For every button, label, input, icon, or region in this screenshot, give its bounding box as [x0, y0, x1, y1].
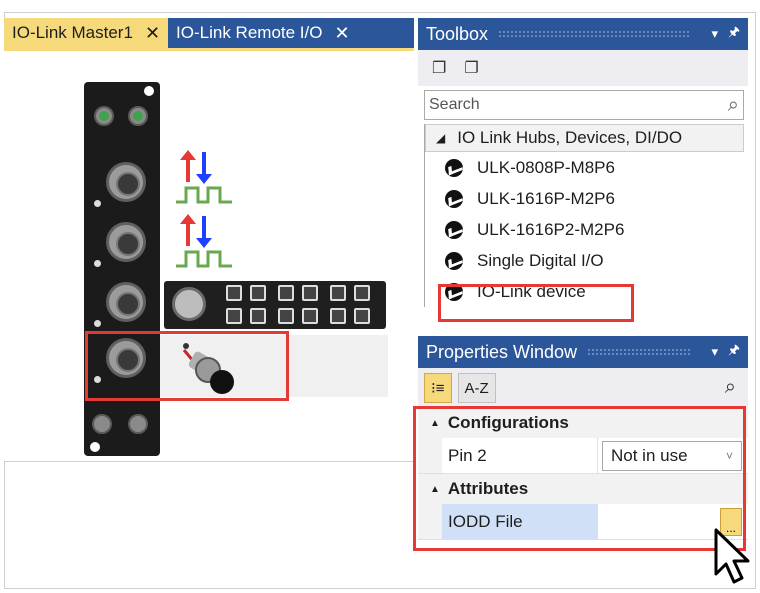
close-icon[interactable]: ✕: [334, 23, 349, 44]
toolbox-item-ulk-1616p2-m2p6[interactable]: ULK-1616P2-M2P6: [425, 214, 744, 245]
property-row-pin-2[interactable]: Pin 2 Not in use ˅: [418, 438, 748, 474]
toolbox-search[interactable]: ⌕: [424, 90, 744, 120]
dropdown-icon[interactable]: ▾: [711, 26, 718, 42]
device-icon: [445, 158, 463, 177]
io-link-port-2-icon[interactable]: [106, 222, 146, 262]
tab-label: IO-Link Master1: [12, 23, 133, 42]
pin-icon[interactable]: 🖈: [728, 341, 740, 363]
alphabetical-sort-button[interactable]: A-Z: [457, 373, 496, 403]
device-icon: [445, 220, 463, 239]
properties-header: Properties Window ▾ 🖈: [418, 336, 748, 368]
hub-port-icon[interactable]: [250, 308, 266, 324]
tree-group-label: IO Link Hubs, Devices, DI/DO: [457, 128, 683, 147]
category-configurations[interactable]: ▲ Configurations: [418, 408, 748, 438]
io-link-master-device[interactable]: [84, 82, 160, 456]
power-out-port-icon[interactable]: [128, 414, 148, 434]
hub-port-icon[interactable]: [330, 285, 346, 301]
hub-port-icon[interactable]: [250, 285, 266, 301]
toolbox-item-single-digital-io[interactable]: Single Digital I/O: [425, 245, 744, 276]
search-icon[interactable]: ⌕: [728, 94, 739, 117]
collapse-triangle-icon[interactable]: ◢: [436, 131, 445, 145]
toolbox-toolbar: ❐ ❐: [418, 50, 748, 86]
io-link-port-4-icon[interactable]: [106, 338, 146, 378]
row-gutter: [418, 504, 442, 539]
properties-title: Properties Window: [426, 341, 578, 362]
toolbox-item-ulk-0808p-m8p6[interactable]: ULK-0808P-M8P6: [425, 152, 744, 183]
hub-port-icon[interactable]: [302, 285, 318, 301]
toolbox-item-label: ULK-1616P-M2P6: [477, 188, 615, 208]
property-row-iodd-file[interactable]: IODD File ...: [418, 504, 748, 540]
device-icon: [445, 189, 463, 208]
expand-all-icon[interactable]: ❐: [432, 58, 446, 78]
tab-label: IO-Link Remote I/O: [176, 23, 323, 42]
screw-icon: [94, 260, 101, 267]
toolbox-item-label: IO-Link device: [477, 281, 586, 301]
dropdown-icon[interactable]: ▾: [711, 344, 718, 360]
pin-2-select[interactable]: Not in use ˅: [602, 440, 742, 471]
toolbox-item-label: ULK-0808P-M8P6: [477, 157, 615, 177]
tab-io-link-master1[interactable]: IO-Link Master1 ✕: [4, 18, 169, 48]
panel-grip[interactable]: [587, 348, 692, 356]
toolbox-item-ulk-1616p-m2p6[interactable]: ULK-1616P-M2P6: [425, 183, 744, 214]
properties-panel: Properties Window ▾ 🖈 ⁝≡ A-Z ⌕ ▲ Configu…: [418, 336, 748, 556]
toolbox-tree: ◢ IO Link Hubs, Devices, DI/DO ULK-0808P…: [424, 124, 744, 307]
toolbox-item-label: Single Digital I/O: [477, 250, 604, 270]
search-input[interactable]: [429, 96, 728, 114]
toolbox-item-label: ULK-1616P2-M2P6: [477, 219, 625, 239]
collapse-all-icon[interactable]: ❐: [464, 58, 478, 78]
hub-connector-icon: [172, 287, 206, 321]
tab-io-link-remote-io[interactable]: IO-Link Remote I/O ✕: [168, 18, 358, 48]
close-icon[interactable]: ✕: [145, 23, 160, 44]
device-icon: [445, 282, 463, 301]
ethernet-port-1-icon[interactable]: [94, 106, 114, 126]
screw-icon: [94, 200, 101, 207]
ethernet-port-2-icon[interactable]: [128, 106, 148, 126]
toolbox-header: Toolbox ▾ 🖈: [418, 18, 748, 50]
hub-port-icon[interactable]: [278, 308, 294, 324]
toolbox-panel: Toolbox ▾ 🖈 ❐ ❐ ⌕ ◢ IO Link Hubs, Device…: [418, 18, 748, 328]
property-name: IODD File: [442, 504, 598, 539]
collapse-triangle-icon[interactable]: ▲: [430, 418, 440, 429]
push-button-device-icon[interactable]: [172, 342, 242, 396]
io-link-hub-device[interactable]: [164, 281, 386, 329]
digital-io-signal-icon: [176, 150, 232, 204]
select-value: Not in use: [611, 445, 688, 465]
hub-port-icon[interactable]: [226, 285, 242, 301]
collapse-triangle-icon[interactable]: ▲: [430, 484, 440, 495]
io-link-port-1-icon[interactable]: [106, 162, 146, 202]
mouse-cursor-icon: [714, 528, 750, 584]
toolbox-item-io-link-device[interactable]: IO-Link device: [425, 276, 744, 307]
tree-group-io-link-hubs[interactable]: ◢ IO Link Hubs, Devices, DI/DO: [425, 124, 744, 152]
chevron-down-icon[interactable]: ˅: [726, 449, 733, 463]
hub-port-icon[interactable]: [354, 285, 370, 301]
canvas-divider: [4, 461, 416, 462]
property-value-cell: Not in use ˅: [598, 438, 748, 473]
panel-grip[interactable]: [498, 30, 692, 38]
device-icon: [445, 251, 463, 270]
property-name: Pin 2: [442, 438, 598, 473]
screw-icon: [94, 376, 101, 383]
hub-port-icon[interactable]: [330, 308, 346, 324]
status-led-icon: [144, 86, 154, 96]
row-gutter: [418, 438, 442, 473]
toolbox-title: Toolbox: [426, 23, 489, 44]
ground-icon: [90, 442, 100, 452]
io-link-port-3-icon[interactable]: [106, 282, 146, 322]
screw-icon: [94, 320, 101, 327]
category-label: Attributes: [447, 479, 529, 498]
hub-port-icon[interactable]: [226, 308, 242, 324]
document-tab-strip: IO-Link Master1 ✕ IO-Link Remote I/O ✕: [4, 18, 414, 48]
digital-io-signal-icon: [176, 214, 232, 268]
category-label: Configurations: [447, 413, 569, 432]
hub-port-icon[interactable]: [278, 285, 294, 301]
categorized-sort-button[interactable]: ⁝≡: [424, 373, 452, 403]
category-attributes[interactable]: ▲ Attributes: [418, 474, 748, 504]
pin-icon[interactable]: 🖈: [728, 23, 740, 45]
hub-port-icon[interactable]: [302, 308, 318, 324]
search-icon[interactable]: ⌕: [725, 376, 736, 399]
power-in-port-icon[interactable]: [92, 414, 112, 434]
hub-port-icon[interactable]: [354, 308, 370, 324]
properties-toolbar: ⁝≡ A-Z ⌕: [418, 368, 748, 408]
